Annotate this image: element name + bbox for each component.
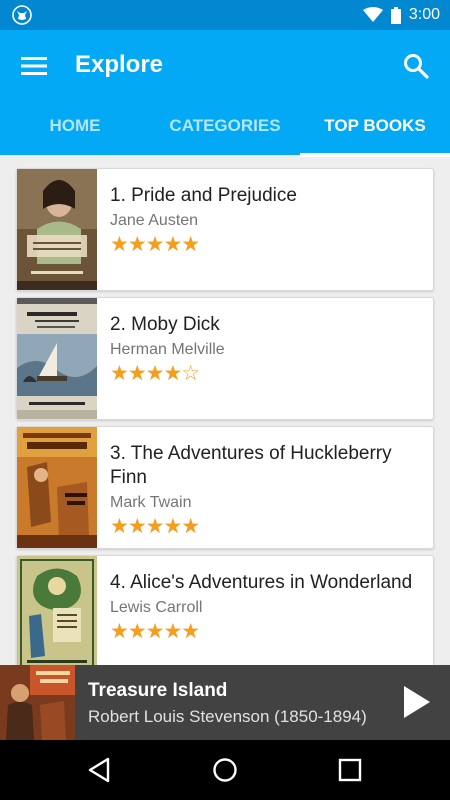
home-icon[interactable] bbox=[210, 755, 240, 785]
page-title: Explore bbox=[75, 51, 164, 78]
book-cover-alices-adventures bbox=[17, 556, 97, 665]
search-icon bbox=[404, 54, 429, 79]
star-rating: ★★★★★ bbox=[110, 515, 200, 538]
menu-button[interactable] bbox=[14, 46, 54, 86]
cat-app-icon bbox=[12, 5, 32, 25]
now-playing-title: Treasure Island bbox=[88, 680, 228, 701]
book-card-moby-dick[interactable]: 2. Moby Dick Herman Melville ★★★★☆ bbox=[16, 297, 434, 420]
book-author: Jane Austen bbox=[110, 212, 199, 229]
status-bar: 3:00 bbox=[0, 0, 450, 30]
back-icon[interactable] bbox=[84, 755, 114, 785]
search-button[interactable] bbox=[396, 46, 436, 86]
book-card-huckleberry-finn[interactable]: 3. The Adventures of Huckleberry Finn Ma… bbox=[16, 426, 434, 549]
now-playing-cover bbox=[0, 665, 75, 740]
app-bar: Explore bbox=[0, 30, 450, 102]
book-author: Herman Melville bbox=[110, 341, 225, 358]
book-author: Mark Twain bbox=[110, 494, 192, 511]
recents-icon[interactable] bbox=[335, 755, 365, 785]
book-list: 1. Pride and Prejudice Jane Austen ★★★★★… bbox=[0, 155, 450, 665]
book-author: Lewis Carroll bbox=[110, 599, 203, 616]
book-cover-huckleberry-finn bbox=[17, 427, 97, 548]
now-playing-subtitle: Robert Louis Stevenson (1850-1894) bbox=[88, 707, 367, 726]
play-icon[interactable] bbox=[396, 682, 436, 722]
tab-categories[interactable]: CATEGORIES bbox=[150, 102, 300, 155]
tab-top-books[interactable]: TOP BOOKS bbox=[300, 102, 450, 157]
star-rating: ★★★★★ bbox=[110, 233, 200, 256]
book-cover-moby-dick bbox=[17, 298, 97, 419]
book-title: 4. Alice's Adventures in Wonderland bbox=[110, 572, 413, 593]
now-playing-bar[interactable]: Treasure Island Robert Louis Stevenson (… bbox=[0, 665, 450, 740]
star-rating: ★★★★★ bbox=[110, 620, 200, 643]
battery-icon bbox=[390, 6, 401, 24]
book-title: 2. Moby Dick bbox=[110, 314, 220, 335]
book-title: 1. Pride and Prejudice bbox=[110, 185, 297, 206]
book-cover-pride-and-prejudice bbox=[17, 169, 97, 290]
book-card-alices-adventures[interactable]: 4. Alice's Adventures in Wonderland Lewi… bbox=[16, 555, 434, 665]
system-nav-bar bbox=[0, 740, 450, 800]
status-time: 3:00 bbox=[408, 6, 440, 23]
star-rating: ★★★★☆ bbox=[110, 362, 200, 385]
wifi-icon bbox=[362, 7, 383, 22]
hamburger-menu-icon bbox=[21, 57, 47, 75]
tab-home[interactable]: HOME bbox=[0, 102, 150, 155]
tab-bar: HOME CATEGORIES TOP BOOKS bbox=[0, 102, 450, 157]
book-title: 3. The Adventures of Huckleberry Finn bbox=[110, 443, 392, 488]
book-card-pride-and-prejudice[interactable]: 1. Pride and Prejudice Jane Austen ★★★★★ bbox=[16, 168, 434, 291]
